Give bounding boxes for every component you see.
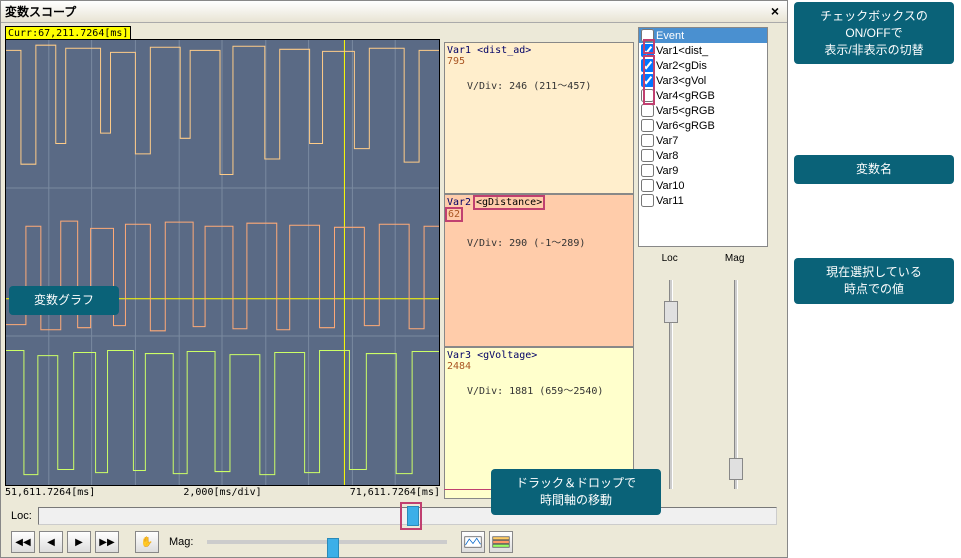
cursor-readout: Curr:67,211.7264[ms] [5, 27, 440, 39]
var-item-3[interactable]: Var3<gVol [639, 73, 767, 88]
loc-slider[interactable] [38, 507, 777, 525]
var-label: Var8 [656, 150, 678, 162]
var-label: Var2<gDis [656, 60, 707, 72]
var-item-1[interactable]: Var1<dist_ [639, 43, 767, 58]
var-label: Var6<gRGB [656, 120, 715, 132]
pan-button[interactable]: ✋ [135, 531, 159, 553]
var-checkbox[interactable] [641, 179, 654, 192]
var-label: Var1<dist_ [656, 45, 708, 57]
var-checkbox[interactable] [641, 74, 654, 87]
var-checkbox[interactable] [641, 29, 654, 42]
loc-label-bottom: Loc: [11, 510, 32, 522]
split-mode-button[interactable] [489, 531, 513, 553]
step-fwd-button[interactable]: ▶ [67, 531, 91, 553]
var-item-2[interactable]: Var2<gDis [639, 58, 767, 73]
x-axis-labels: 51,611.7264[ms] 2,000[ms/div] 71,611.726… [5, 486, 440, 499]
var-checkbox[interactable] [641, 149, 654, 162]
vertical-loc-slider[interactable] [669, 280, 673, 489]
mag-label-bottom: Mag: [169, 536, 193, 548]
var-item-8[interactable]: Var8 [639, 148, 767, 163]
var-checkbox[interactable] [641, 119, 654, 132]
var-item-4[interactable]: Var4<gRGB [639, 88, 767, 103]
var1-info-panel: Var1 <dist_ad> 795 V/Div: 246 (211～457) [444, 42, 634, 194]
callout-checkbox: チェックボックスの ON/OFFで 表示/非表示の切替 [794, 2, 954, 64]
callout-drag: ドラック＆ドロップで 時間軸の移動 [491, 469, 661, 515]
var-item-6[interactable]: Var6<gRGB [639, 118, 767, 133]
var-checkbox[interactable] [641, 44, 654, 57]
var-name-highlight: <gDistance> [473, 195, 545, 210]
fast-fwd-button[interactable]: ▶▶ [95, 531, 119, 553]
var-checkbox[interactable] [641, 134, 654, 147]
var-item-7[interactable]: Var7 [639, 133, 767, 148]
vertical-mag-slider[interactable] [734, 280, 738, 489]
var-checkbox[interactable] [641, 89, 654, 102]
var-label: Var10 [656, 180, 685, 192]
var-checkbox[interactable] [641, 194, 654, 207]
titlebar: 変数スコープ × [1, 1, 787, 23]
var-item-10[interactable]: Var10 [639, 178, 767, 193]
var-item-5[interactable]: Var5<gRGB [639, 103, 767, 118]
callout-curval: 現在選択している 時点での値 [794, 258, 954, 304]
var-checkbox[interactable] [641, 59, 654, 72]
close-button[interactable]: × [767, 4, 783, 20]
overlay-mode-button[interactable] [461, 531, 485, 553]
var-checkbox[interactable] [641, 164, 654, 177]
mag-slider[interactable] [207, 540, 447, 544]
step-back-button[interactable]: ◀ [39, 531, 63, 553]
var-item-9[interactable]: Var9 [639, 163, 767, 178]
var-label: Var7 [656, 135, 678, 147]
var-label: Var3<gVol [656, 75, 706, 87]
var-label: Var4<gRGB [656, 90, 715, 102]
var2-info-panel: Var2 <gDistance> 62 V/Div: 290 (-1～289) [444, 194, 634, 346]
rewind-button[interactable]: ◀◀ [11, 531, 35, 553]
callout-graph: 変数グラフ [9, 286, 119, 315]
var-checkbox[interactable] [641, 104, 654, 117]
waveform-graph[interactable] [5, 39, 440, 486]
window-title: 変数スコープ [5, 3, 76, 20]
var-label: Var9 [656, 165, 678, 177]
var-value-highlight: 62 [445, 207, 463, 222]
var-item-11[interactable]: Var11 [639, 193, 767, 208]
loc-thumb-highlight [400, 502, 422, 530]
loc-label: Loc [662, 253, 678, 264]
var-label: Var5<gRGB [656, 105, 715, 117]
var-label: Event [656, 30, 684, 42]
callout-varname: 変数名 [794, 155, 954, 184]
mag-label: Mag [725, 253, 744, 264]
var-label: Var11 [656, 195, 684, 207]
variable-list[interactable]: Event Var1<dist_ Var2<gDis Var3<gVol Var4<gR… [638, 27, 768, 247]
var-item-0[interactable]: Event [639, 28, 767, 43]
